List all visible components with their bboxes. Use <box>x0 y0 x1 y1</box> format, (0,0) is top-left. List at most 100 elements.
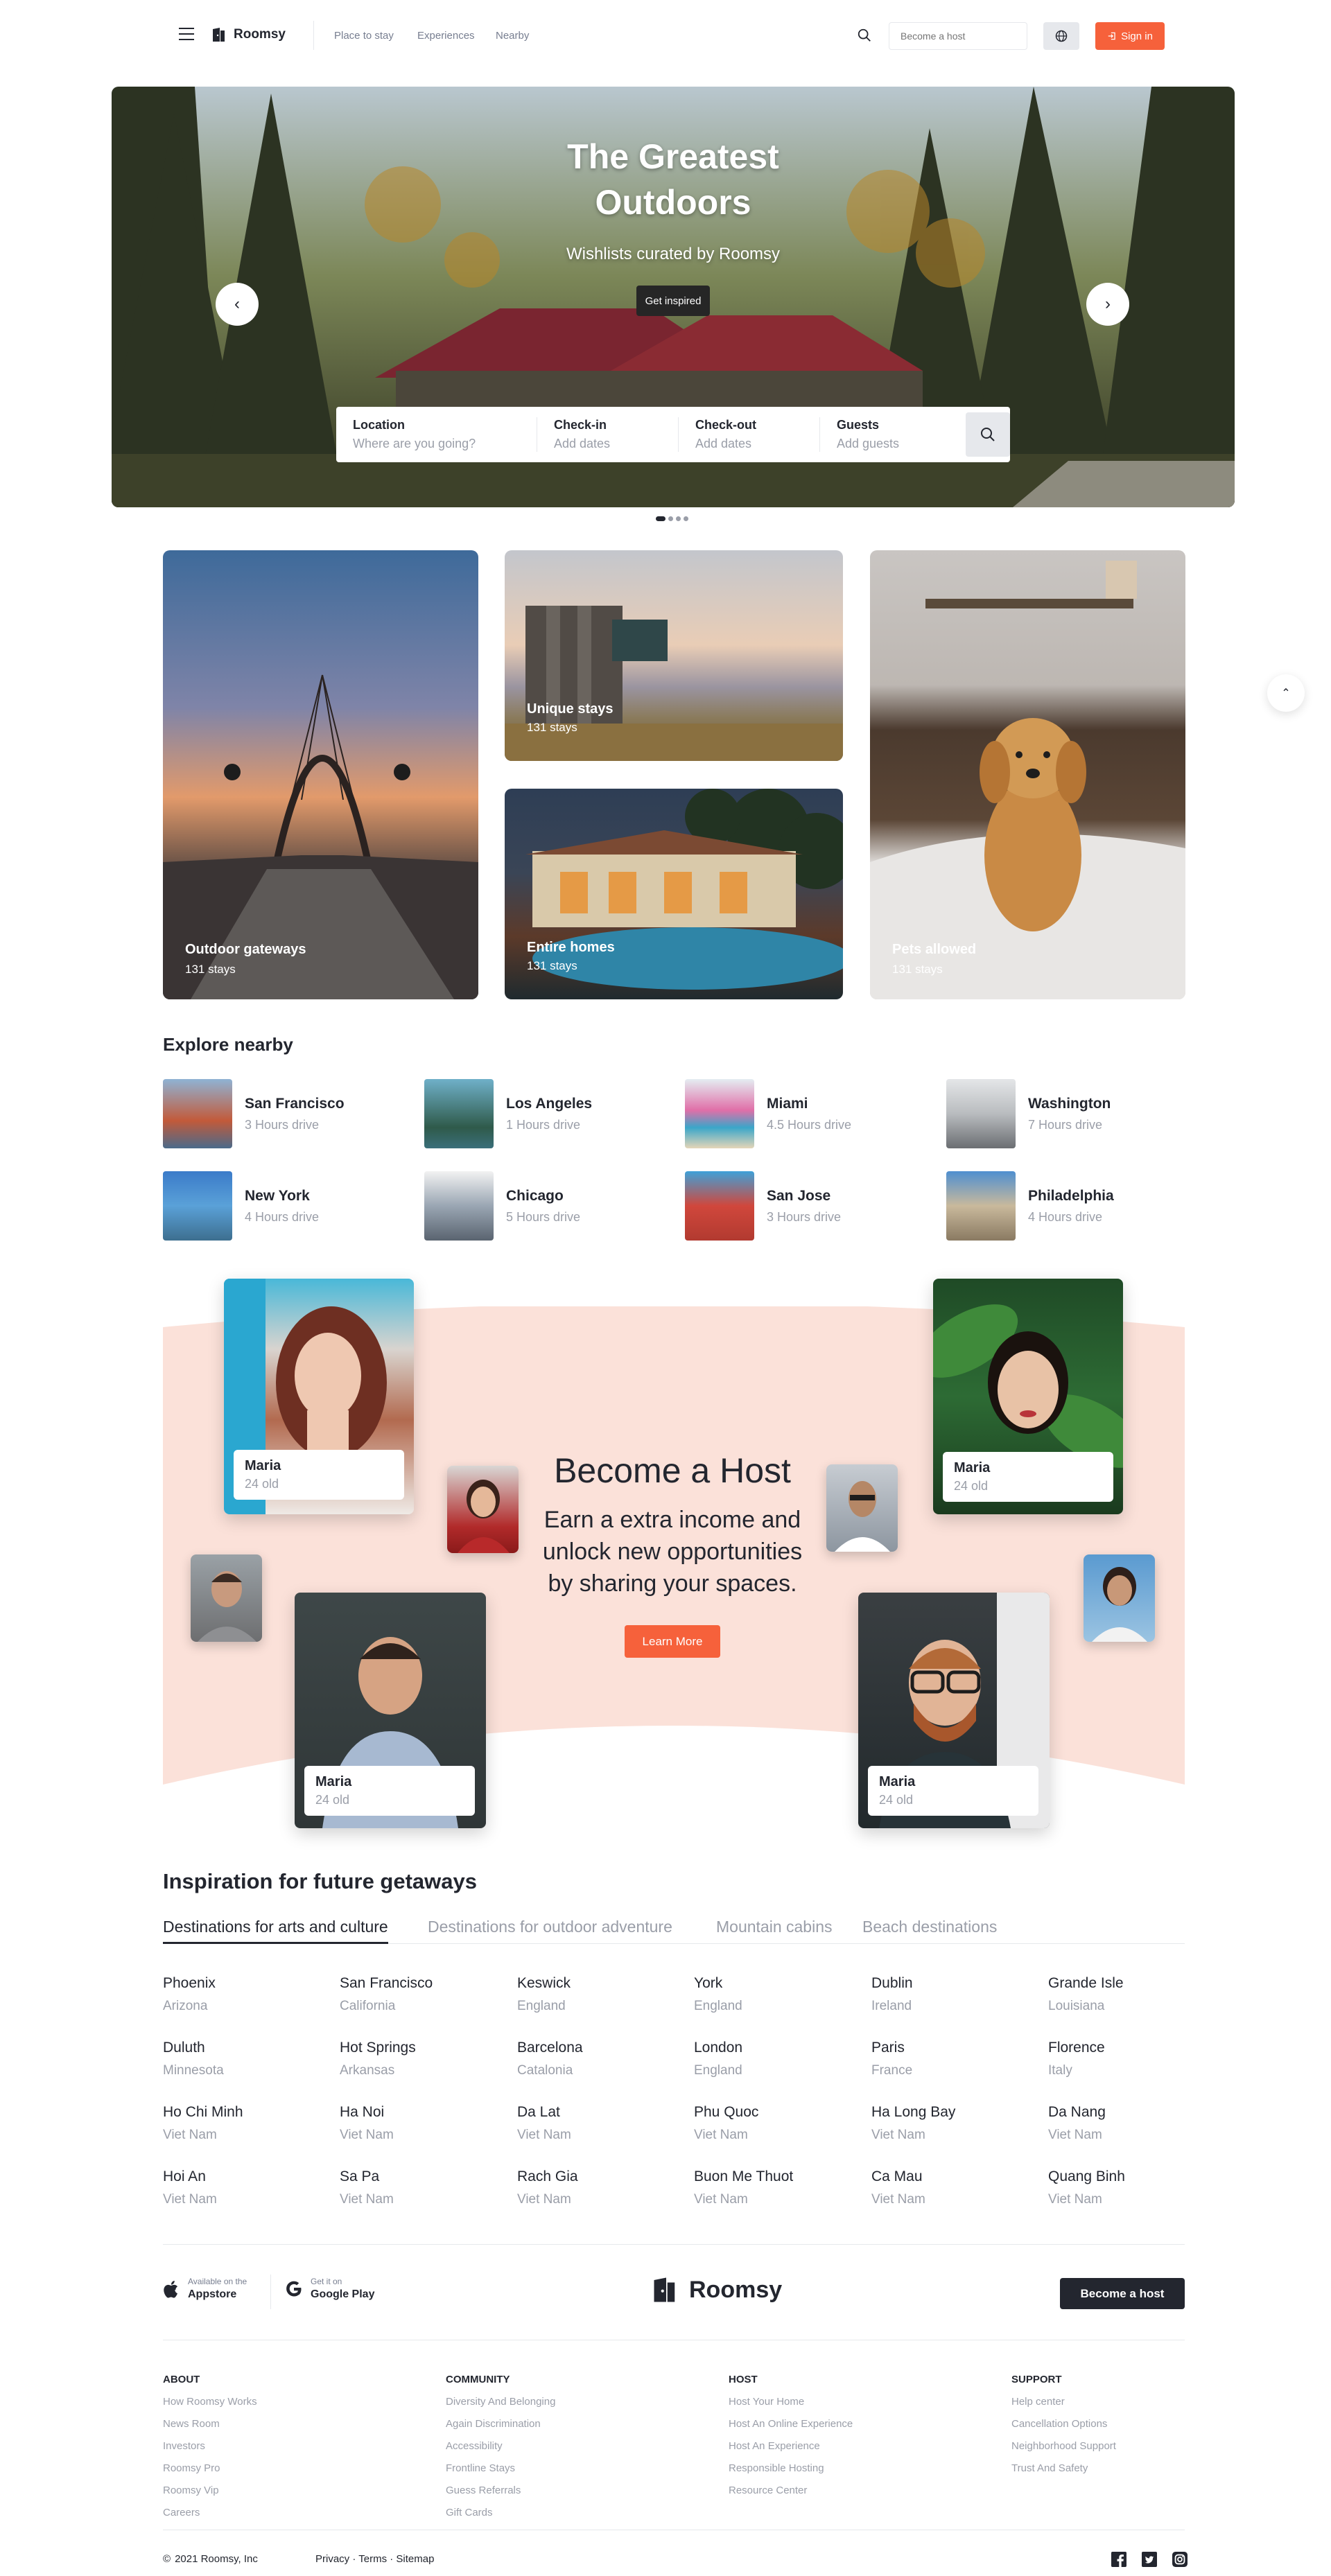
pagination-dot[interactable] <box>668 516 673 521</box>
host-profile-card[interactable]: Maria 24 old <box>933 1279 1123 1514</box>
destination-item[interactable]: Grande Isle Louisiana <box>1048 1975 1124 2014</box>
host-profile-card[interactable]: Maria 24 old <box>858 1593 1050 1828</box>
legal-links[interactable]: Privacy · Terms · Sitemap <box>315 2553 434 2565</box>
destination-item[interactable]: Keswick England <box>517 1975 571 2014</box>
host-avatar[interactable] <box>1084 1554 1155 1642</box>
learn-more-button[interactable]: Learn More <box>625 1625 720 1658</box>
search-submit-button[interactable] <box>966 412 1010 457</box>
destination-item[interactable]: Ho Chi Minh Viet Nam <box>163 2104 243 2143</box>
destination-item[interactable]: Florence Italy <box>1048 2040 1105 2078</box>
location-field[interactable]: Location Where are you going? <box>336 417 537 452</box>
pagination-dot[interactable] <box>676 516 681 521</box>
footer-link[interactable]: Frontline Stays <box>446 2462 555 2474</box>
destination-item[interactable]: Quang Binh Viet Nam <box>1048 2168 1125 2207</box>
host-profile-card[interactable]: Maria 24 old <box>295 1593 486 1828</box>
footer-link[interactable]: Neighborhood Support <box>1011 2440 1116 2452</box>
twitter-icon[interactable] <box>1142 2552 1157 2567</box>
destination-item[interactable]: Ha Noi Viet Nam <box>340 2104 394 2143</box>
destination-item[interactable]: Ha Long Bay Viet Nam <box>871 2104 955 2143</box>
tab-mountain-cabins[interactable]: Mountain cabins <box>716 1918 833 1936</box>
nav-place-to-stay[interactable]: Place to stay <box>334 30 394 42</box>
category-card-entire-homes[interactable]: Entire homes 131 stays <box>505 789 843 999</box>
footer-link[interactable]: Again Discrimination <box>446 2418 555 2430</box>
footer-link[interactable]: Diversity And Belonging <box>446 2396 555 2408</box>
nearby-item[interactable]: New York 4 Hours drive <box>163 1171 319 1241</box>
footer-link[interactable]: Host An Experience <box>729 2440 853 2452</box>
footer-link[interactable]: Gift Cards <box>446 2507 555 2518</box>
footer-brand-logo[interactable]: Roomsy <box>652 2275 782 2304</box>
footer-link[interactable]: Host An Online Experience <box>729 2418 853 2430</box>
destination-item[interactable]: Phoenix Arizona <box>163 1975 216 2014</box>
footer-column: COMMUNITY Diversity And Belonging Again Di… <box>446 2374 555 2518</box>
destination-item[interactable]: Duluth Minnesota <box>163 2040 224 2078</box>
footer-link[interactable]: News Room <box>163 2418 257 2430</box>
host-avatar[interactable] <box>191 1554 262 1642</box>
appstore-button[interactable]: Available on the Appstore <box>163 2277 247 2301</box>
footer-link[interactable]: Trust And Safety <box>1011 2462 1116 2474</box>
instagram-icon[interactable] <box>1172 2552 1188 2567</box>
category-card-outdoor[interactable]: Outdoor gateways 131 stays <box>163 550 478 999</box>
checkout-field[interactable]: Check-out Add dates <box>679 417 820 452</box>
hero-next-button[interactable]: › <box>1086 283 1129 326</box>
guests-field[interactable]: Guests Add guests <box>820 417 966 452</box>
nearby-item[interactable]: Washington 7 Hours drive <box>946 1079 1111 1148</box>
nearby-item[interactable]: San Jose 3 Hours drive <box>685 1171 841 1241</box>
brand-logo[interactable]: Roomsy <box>211 26 286 43</box>
nav-experiences[interactable]: Experiences <box>417 30 475 42</box>
destination-item[interactable]: Dublin Ireland <box>871 1975 913 2014</box>
google-play-button[interactable]: Get it on Google Play <box>284 2277 374 2301</box>
footer-link[interactable]: Cancellation Options <box>1011 2418 1116 2430</box>
language-button[interactable] <box>1043 22 1079 50</box>
destination-item[interactable]: Hoi An Viet Nam <box>163 2168 217 2207</box>
footer-link[interactable]: Guess Referrals <box>446 2485 555 2496</box>
destination-item[interactable]: Paris France <box>871 2040 912 2078</box>
nearby-thumbnail <box>685 1079 754 1148</box>
footer-link[interactable]: Resource Center <box>729 2485 853 2496</box>
checkin-field[interactable]: Check-in Add dates <box>537 417 679 452</box>
nav-nearby[interactable]: Nearby <box>496 30 529 42</box>
destination-item[interactable]: York England <box>694 1975 742 2014</box>
nearby-item[interactable]: Miami 4.5 Hours drive <box>685 1079 851 1148</box>
footer-link[interactable]: Host Your Home <box>729 2396 853 2408</box>
destination-item[interactable]: Sa Pa Viet Nam <box>340 2168 394 2207</box>
destination-item[interactable]: London England <box>694 2040 742 2078</box>
destination-item[interactable]: Phu Quoc Viet Nam <box>694 2104 758 2143</box>
footer-link[interactable]: Help center <box>1011 2396 1116 2408</box>
footer-link[interactable]: Accessibility <box>446 2440 555 2452</box>
search-icon[interactable] <box>857 28 872 43</box>
footer-link[interactable]: Responsible Hosting <box>729 2462 853 2474</box>
destination-item[interactable]: Rach Gia Viet Nam <box>517 2168 578 2207</box>
destination-item[interactable]: Da Lat Viet Nam <box>517 2104 571 2143</box>
get-inspired-button[interactable]: Get inspired <box>636 286 710 316</box>
menu-icon[interactable] <box>179 28 194 40</box>
footer-link[interactable]: Roomsy Pro <box>163 2462 257 2474</box>
destination-item[interactable]: Barcelona Catalonia <box>517 2040 583 2078</box>
footer-link[interactable]: Investors <box>163 2440 257 2452</box>
scroll-top-button[interactable]: ⌃ <box>1267 674 1305 712</box>
destination-item[interactable]: Da Nang Viet Nam <box>1048 2104 1106 2143</box>
pagination-dot-active[interactable] <box>656 516 666 521</box>
destination-item[interactable]: Hot Springs Arkansas <box>340 2040 416 2078</box>
tab-beach-destinations[interactable]: Beach destinations <box>862 1918 997 1936</box>
footer-link[interactable]: Careers <box>163 2507 257 2518</box>
footer-become-host-button[interactable]: Become a host <box>1060 2278 1185 2309</box>
become-host-input[interactable] <box>889 22 1027 50</box>
pagination-dot[interactable] <box>684 516 688 521</box>
footer-link[interactable]: Roomsy Vip <box>163 2485 257 2496</box>
destination-item[interactable]: Ca Mau Viet Nam <box>871 2168 925 2207</box>
tab-outdoor-adventure[interactable]: Destinations for outdoor adventure <box>428 1918 672 1936</box>
category-card-pets[interactable]: Pets allowed 131 stays <box>870 550 1185 999</box>
category-card-unique[interactable]: Unique stays 131 stays <box>505 550 843 761</box>
hero-prev-button[interactable]: ‹ <box>216 283 259 326</box>
destination-item[interactable]: Buon Me Thuot Viet Nam <box>694 2168 793 2207</box>
host-profile-card[interactable]: Maria 24 old <box>224 1279 414 1514</box>
nearby-item[interactable]: Chicago 5 Hours drive <box>424 1171 580 1241</box>
sign-in-button[interactable]: Sign in <box>1095 22 1165 50</box>
tab-arts-culture[interactable]: Destinations for arts and culture <box>163 1918 388 1944</box>
destination-item[interactable]: San Francisco California <box>340 1975 433 2014</box>
nearby-item[interactable]: San Francisco 3 Hours drive <box>163 1079 345 1148</box>
nearby-item[interactable]: Los Angeles 1 Hours drive <box>424 1079 592 1148</box>
facebook-icon[interactable] <box>1111 2552 1126 2567</box>
nearby-item[interactable]: Philadelphia 4 Hours drive <box>946 1171 1114 1241</box>
footer-link[interactable]: How Roomsy Works <box>163 2396 257 2408</box>
